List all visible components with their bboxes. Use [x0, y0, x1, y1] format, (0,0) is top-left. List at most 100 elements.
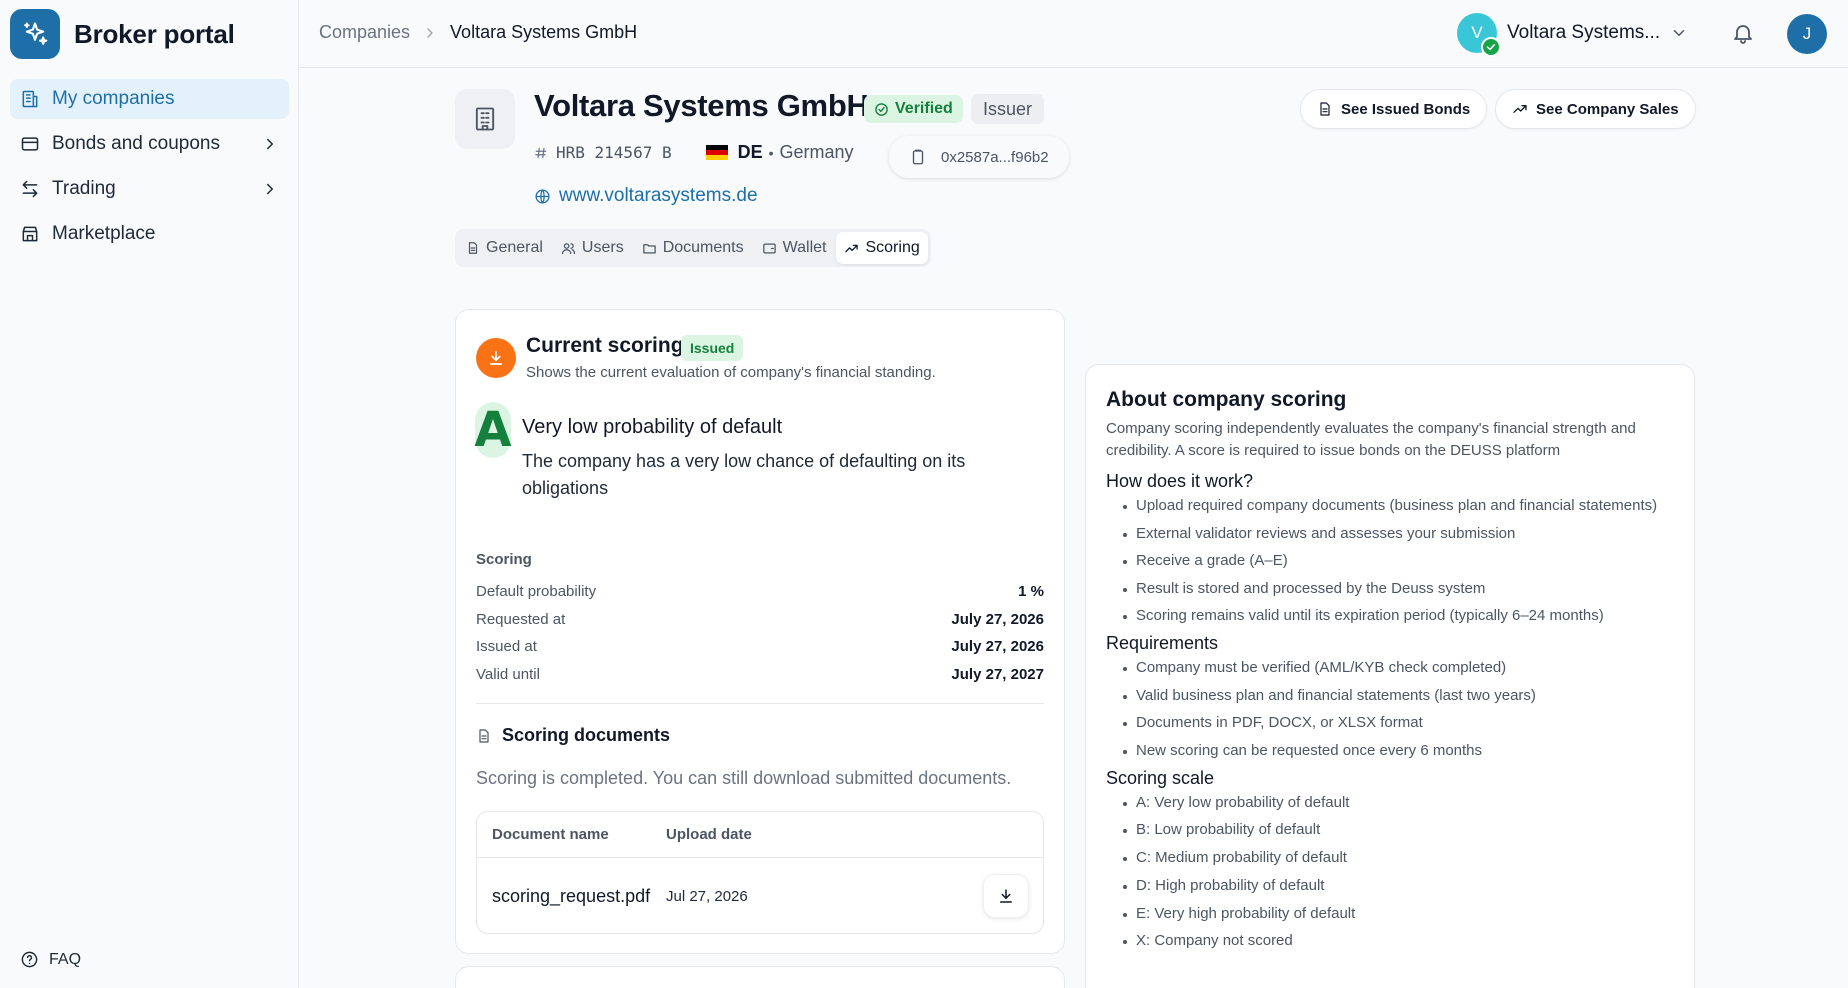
dot-separator: •: [768, 144, 774, 161]
sidebar-item-marketplace[interactable]: Marketplace: [10, 214, 289, 254]
list-item: New scoring can be requested once every …: [1123, 740, 1674, 762]
sidebar-item-bonds-and-coupons[interactable]: Bonds and coupons: [10, 124, 289, 164]
wallet-address-chip[interactable]: 0x2587a...f96b2: [889, 136, 1069, 178]
list-item: Upload required company documents (busin…: [1123, 495, 1674, 517]
sidebar-item-trading[interactable]: Trading: [10, 169, 289, 209]
list-item: A: Very low probability of default: [1123, 792, 1674, 814]
list-item: D: High probability of default: [1123, 875, 1674, 897]
trend-up-icon: [1512, 101, 1528, 117]
detail-value: July 27, 2026: [951, 610, 1044, 628]
company-name: Voltara Systems GmbH: [534, 88, 869, 123]
list-item: Result is stored and processed by the De…: [1123, 578, 1674, 600]
download-icon: [997, 887, 1015, 905]
scoring-details: Default probability 1 % Requested at Jul…: [476, 578, 1044, 688]
registration-number-value: HRB 214567 B: [556, 143, 672, 162]
chevron-right-icon: [261, 180, 279, 198]
status-badge: Issued: [681, 335, 744, 361]
download-document-button[interactable]: [983, 874, 1029, 918]
requirements-list: Company must be verified (AML/KYB check …: [1106, 657, 1674, 762]
sidebar-nav: My companies Bonds and coupons Trading M…: [10, 79, 289, 259]
tab-general[interactable]: General: [458, 232, 551, 264]
wallet-address: 0x2587a...f96b2: [941, 148, 1049, 166]
list-item: Company must be verified (AML/KYB check …: [1123, 657, 1674, 679]
tab-documents[interactable]: Documents: [634, 232, 752, 264]
chevron-right-icon: [261, 135, 279, 153]
next-card: [455, 966, 1065, 988]
faq-link[interactable]: FAQ: [20, 950, 81, 969]
top-bar: Companies Voltara Systems GmbH V Voltara…: [300, 0, 1848, 68]
detail-row-valid-until: Valid until July 27, 2027: [476, 661, 1044, 689]
how-it-works-heading: How does it work?: [1106, 471, 1254, 491]
upload-date: Jul 27, 2026: [666, 887, 748, 905]
detail-label: Issued at: [476, 638, 537, 656]
document-icon: [466, 241, 480, 255]
scoring-documents-note: Scoring is completed. You can still down…: [476, 768, 1012, 788]
grade-badge: A: [474, 402, 512, 458]
registration-number: HRB 214567 B: [534, 143, 672, 162]
current-scoring-subtitle: Shows the current evaluation of company'…: [526, 364, 936, 381]
see-company-sales-button[interactable]: See Company Sales: [1495, 89, 1696, 129]
company-switcher[interactable]: V Voltara Systems...: [1457, 13, 1688, 57]
document-icon: [1317, 101, 1333, 117]
bell-icon[interactable]: [1731, 21, 1755, 45]
card-icon: [20, 134, 40, 154]
company-switcher-name: Voltara Systems...: [1507, 22, 1661, 43]
sidebar-item-label: Trading: [52, 178, 116, 199]
detail-value: 1 %: [1018, 583, 1044, 601]
brand[interactable]: Broker portal: [10, 9, 235, 59]
tab-scoring[interactable]: Scoring: [836, 232, 928, 264]
sidebar-item-my-companies[interactable]: My companies: [10, 79, 289, 119]
divider: [476, 703, 1044, 704]
about-scoring-card: About company scoring Company scoring in…: [1085, 364, 1695, 988]
website-link[interactable]: www.voltarasystems.de: [534, 185, 758, 207]
tab-wallet[interactable]: Wallet: [754, 232, 835, 264]
tab-label: Users: [581, 239, 624, 256]
list-item: Valid business plan and financial statem…: [1123, 685, 1674, 707]
documents-table: Document name Upload date scoring_reques…: [476, 811, 1044, 934]
list-item: X: Company not scored: [1123, 930, 1674, 952]
scoring-section-label: Scoring: [476, 551, 532, 568]
faq-label: FAQ: [49, 950, 82, 968]
detail-row-issued-at: Issued at July 27, 2026: [476, 633, 1044, 661]
detail-value: July 27, 2026: [951, 638, 1044, 656]
detail-row-requested-at: Requested at July 27, 2026: [476, 606, 1044, 634]
arrows-icon: [20, 179, 40, 199]
list-item: Documents in PDF, DOCX, or XLSX format: [1123, 712, 1674, 734]
tab-users[interactable]: Users: [553, 232, 632, 264]
sidebar-item-label: Marketplace: [52, 223, 156, 244]
country: DE • Germany: [705, 142, 854, 163]
how-it-works-list: Upload required company documents (busin…: [1106, 495, 1674, 627]
about-intro: Company scoring independently evaluates …: [1106, 420, 1636, 459]
country-code: DE: [737, 142, 763, 162]
help-circle-icon: [20, 950, 39, 969]
list-item: Receive a grade (A–E): [1123, 550, 1674, 572]
globe-icon: [534, 188, 551, 205]
sparkles-icon: [10, 9, 60, 59]
breadcrumb-current: Voltara Systems GmbH: [450, 22, 638, 42]
tab-label: General: [486, 239, 543, 256]
about-title: About company scoring: [1106, 388, 1347, 411]
building-icon: [20, 89, 40, 109]
see-issued-bonds-button[interactable]: See Issued Bonds: [1300, 89, 1488, 129]
requirements-heading: Requirements: [1106, 633, 1219, 653]
tab-label: Documents: [662, 239, 744, 256]
detail-label: Requested at: [476, 610, 566, 628]
verified-label: Verified: [895, 100, 953, 117]
breadcrumb-companies[interactable]: Companies: [319, 22, 410, 43]
country-name: Germany: [779, 142, 854, 162]
folder-icon: [642, 241, 657, 256]
scoring-scale-list: A: Very low probability of default B: Lo…: [1106, 792, 1674, 953]
sidebar: Broker portal My companies Bonds and cou…: [0, 0, 299, 988]
building-icon: [455, 89, 515, 149]
flag-de-icon: [705, 145, 728, 160]
list-item: B: Low probability of default: [1123, 819, 1674, 841]
see-issued-bonds-label: See Issued Bonds: [1341, 100, 1471, 118]
user-avatar[interactable]: J: [1787, 14, 1827, 54]
column-document-name: Document name: [492, 826, 609, 843]
trend-up-icon: [844, 241, 859, 256]
list-item: C: Medium probability of default: [1123, 847, 1674, 869]
company-avatar-initial: V: [1471, 23, 1483, 42]
scoring-scale-heading: Scoring scale: [1106, 767, 1215, 788]
tab-label: Wallet: [782, 239, 827, 256]
table-row: scoring_request.pdf Jul 27, 2026: [477, 858, 1043, 934]
